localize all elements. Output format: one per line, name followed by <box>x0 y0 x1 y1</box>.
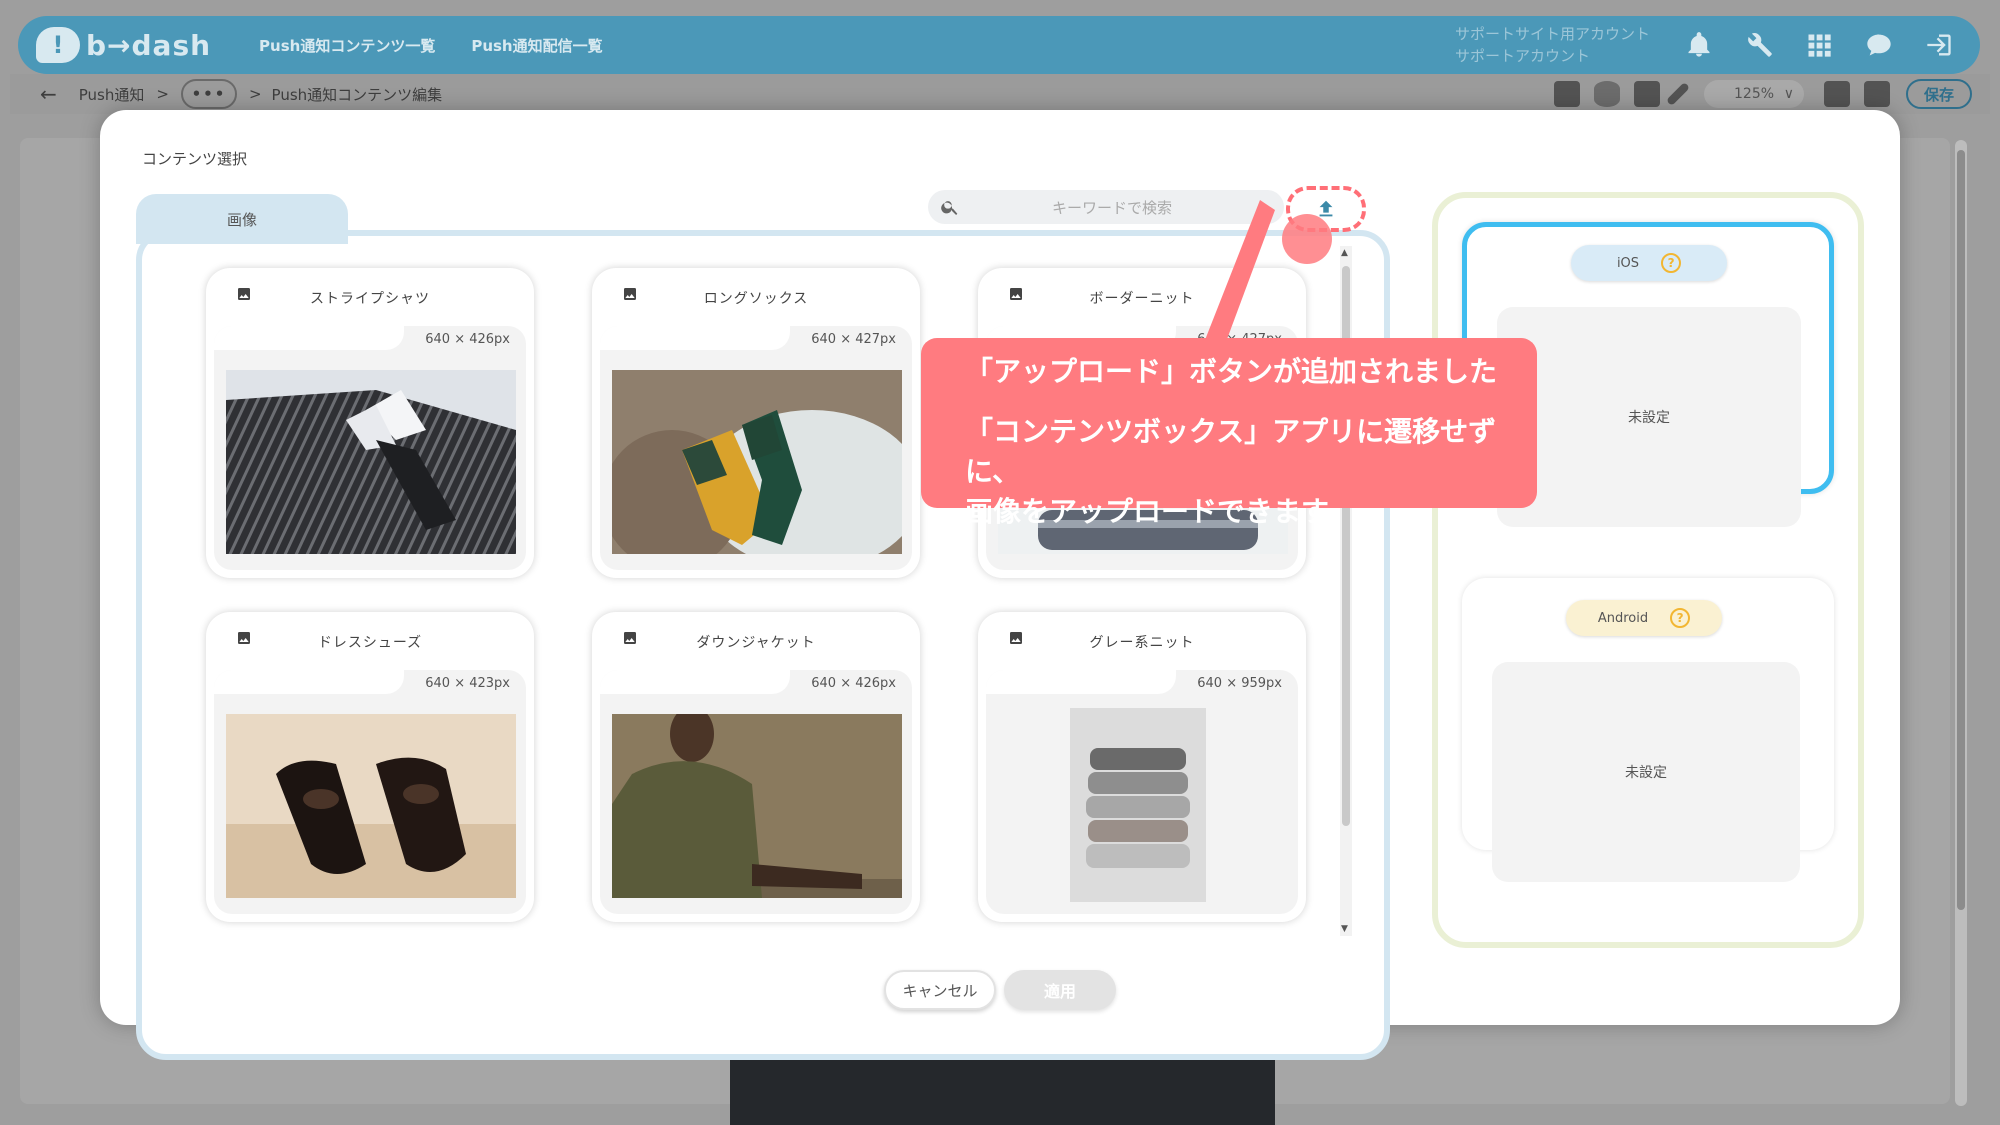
bell-icon[interactable] <box>1680 26 1718 64</box>
scroll-up-icon[interactable]: ▲ <box>1341 248 1348 258</box>
breadcrumb-push[interactable]: Push通知 <box>79 84 145 105</box>
callout-line3: 画像をアップロードできます <box>965 495 1330 528</box>
breadcrumb-separator: > <box>248 85 262 103</box>
ios-label: iOS ? <box>1571 245 1727 281</box>
card-title: ストライプシャツ <box>310 291 430 307</box>
breadcrumb-separator: > <box>156 85 169 103</box>
preview-icon[interactable] <box>1824 81 1850 107</box>
image-card[interactable]: ドレスシューズ 640 × 423px <box>206 612 534 922</box>
card-body: 640 × 423px <box>214 670 526 914</box>
image-card[interactable]: グレー系ニット 640 × 959px <box>978 612 1306 922</box>
help-icon[interactable]: ? <box>1670 608 1691 628</box>
image-tool-icon[interactable] <box>1554 81 1580 107</box>
breadcrumb-more-button[interactable]: ••• <box>180 79 237 109</box>
card-body: 640 × 426px <box>214 326 526 570</box>
callout-pointer <box>1205 200 1275 350</box>
card-title: ダウンジャケット <box>696 635 816 651</box>
cancel-button[interactable]: キャンセル <box>884 970 996 1010</box>
nav-push-delivery[interactable]: Push通知配信一覧 <box>471 35 602 56</box>
card-title: ドレスシューズ <box>317 635 423 651</box>
scroll-down-icon[interactable]: ▼ <box>1341 924 1348 934</box>
thumbnail-down-jacket <box>612 714 902 898</box>
android-slot[interactable]: Android ? 未設定 <box>1462 578 1834 882</box>
zoom-value: 125% <box>1734 86 1775 102</box>
ios-label-text: iOS <box>1616 255 1640 271</box>
account-info[interactable]: サポートサイト用アカウント サポートアカウント <box>1455 23 1650 67</box>
logo-icon: ! <box>36 27 80 63</box>
modal-footer: キャンセル 適用 <box>100 956 1900 1025</box>
pen-icon[interactable] <box>1665 81 1691 107</box>
chat-icon[interactable] <box>1860 26 1898 64</box>
play-icon[interactable] <box>1864 81 1890 107</box>
logo-text: b→dash <box>86 28 212 62</box>
image-size: 640 × 426px <box>811 676 896 691</box>
platform-panel: iOS ? 未設定 Android ? 未設定 <box>1432 192 1864 948</box>
thumbnail-long-socks <box>612 370 902 554</box>
tab-image[interactable]: 画像 <box>136 194 348 244</box>
android-image-placeholder[interactable]: 未設定 <box>1492 662 1800 882</box>
zoom-select[interactable]: 125% ∨ <box>1704 80 1804 108</box>
breadcrumb-bar: ← Push通知 > ••• > Push通知コンテンツ編集 125% ∨ 保存 <box>10 74 1990 114</box>
card-title: グレー系ニット <box>1089 635 1195 651</box>
card-body: 640 × 959px <box>986 670 1298 914</box>
image-card[interactable]: ロングソックス 640 × 427px <box>592 268 920 578</box>
page-scrollbar-thumb[interactable] <box>1957 150 1965 910</box>
database-icon[interactable] <box>1594 81 1620 107</box>
help-icon[interactable]: ? <box>1661 253 1682 273</box>
image-card[interactable]: ストライプシャツ 640 × 426px <box>206 268 534 578</box>
image-card[interactable]: ダウンジャケット 640 × 426px <box>592 612 920 922</box>
apps-grid-icon[interactable] <box>1800 26 1838 64</box>
breadcrumb-current: Push通知コンテンツ編集 <box>271 85 443 104</box>
annotation-callout: 「アップロード」ボタンが追加されました 「コンテンツボックス」アプリに遷移せずに… <box>921 338 1537 528</box>
account-name: サポートアカウント <box>1454 47 1590 65</box>
back-arrow-icon[interactable]: ← <box>40 82 57 106</box>
content-select-modal: コンテンツ選択 画像 キーワードで検索 ストライプシャツ 640 × 426px <box>100 110 1900 1060</box>
callout-line1: 「アップロード」ボタンが追加されました <box>965 355 1498 388</box>
app-header: ! b→dash Push通知コンテンツ一覧 Push通知配信一覧 サポートサイ… <box>18 16 1980 74</box>
account-site: サポートサイト用アカウント <box>1454 25 1650 43</box>
callout-marker <box>1282 214 1332 264</box>
logo[interactable]: ! b→dash <box>36 27 211 63</box>
search-icon <box>941 201 958 215</box>
save-button[interactable]: 保存 <box>1906 79 1972 109</box>
image-size: 640 × 423px <box>425 676 510 691</box>
thumbnail-dress-shoes <box>226 714 516 898</box>
card-title: ロングソックス <box>703 291 809 307</box>
card-body: 640 × 426px <box>600 670 912 914</box>
modal-title: コンテンツ選択 <box>142 150 248 168</box>
card-body: 640 × 427px <box>600 326 912 570</box>
image-size: 640 × 959px <box>1197 676 1282 691</box>
image-size: 640 × 426px <box>425 332 510 347</box>
callout-line2: 「コンテンツボックス」アプリに遷移せずに、 <box>965 415 1497 488</box>
apply-button[interactable]: 適用 <box>1004 970 1116 1010</box>
ios-image-placeholder[interactable]: 未設定 <box>1497 307 1801 527</box>
search-placeholder: キーワードで検索 <box>1052 198 1173 217</box>
nav-push-contents[interactable]: Push通知コンテンツ一覧 <box>259 35 435 56</box>
logout-icon[interactable] <box>1920 26 1958 64</box>
wrench-icon[interactable] <box>1740 26 1778 64</box>
thumbnail-gray-knit <box>1070 708 1206 902</box>
image-size: 640 × 427px <box>811 332 896 347</box>
android-label: Android ? <box>1566 600 1722 636</box>
android-icon[interactable] <box>1634 81 1660 107</box>
chevron-down-icon: ∨ <box>1783 86 1794 102</box>
editor-toolbar: 125% ∨ 保存 <box>1540 79 1972 109</box>
thumbnail-striped-shirt <box>226 370 516 554</box>
android-label-text: Android <box>1597 610 1649 626</box>
